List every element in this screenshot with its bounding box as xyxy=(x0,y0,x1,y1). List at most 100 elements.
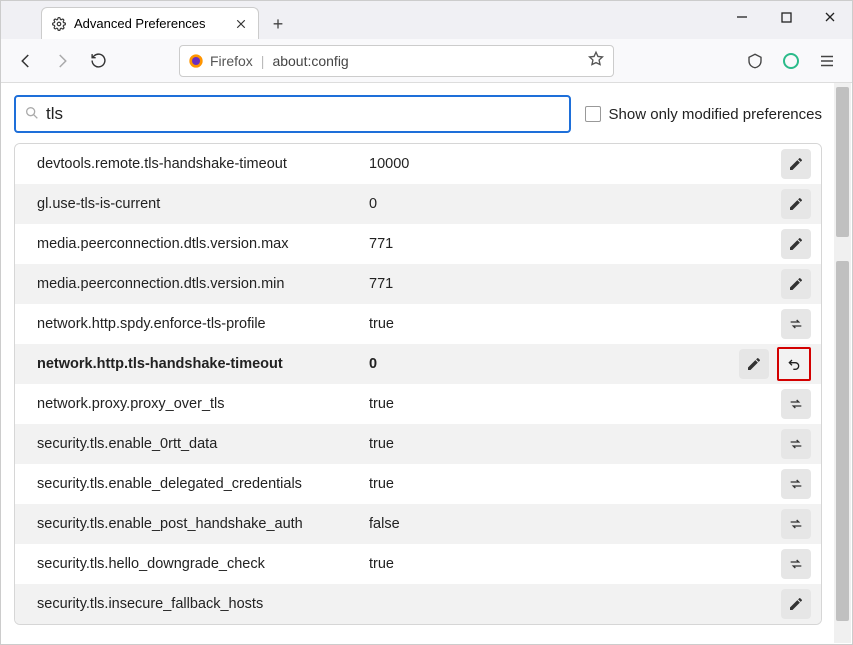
new-tab-button[interactable]: + xyxy=(263,9,293,39)
edit-button[interactable] xyxy=(781,189,811,219)
toggle-button[interactable] xyxy=(781,509,811,539)
pref-row: security.tls.enable_0rtt_datatrue xyxy=(15,424,821,464)
pref-value: true xyxy=(369,476,781,492)
tab-strip: Advanced Preferences + xyxy=(1,1,852,39)
pref-name: security.tls.enable_delegated_credential… xyxy=(37,476,369,492)
pref-value: true xyxy=(369,556,781,572)
pref-name: network.http.spdy.enforce-tls-profile xyxy=(37,316,369,332)
pref-value: true xyxy=(369,396,781,412)
pref-value: true xyxy=(369,436,781,452)
pref-name: gl.use-tls-is-current xyxy=(37,196,369,212)
app-menu-button[interactable] xyxy=(812,46,842,76)
pref-value: 771 xyxy=(369,236,781,252)
tab-close-button[interactable] xyxy=(234,17,248,31)
pref-name: security.tls.insecure_fallback_hosts xyxy=(37,596,369,612)
pref-row: network.proxy.proxy_over_tlstrue xyxy=(15,384,821,424)
show-modified-label: Show only modified preferences xyxy=(609,106,822,123)
pref-row: network.http.spdy.enforce-tls-profiletru… xyxy=(15,304,821,344)
pref-name: media.peerconnection.dtls.version.min xyxy=(37,276,369,292)
pref-name: network.http.tls-handshake-timeout xyxy=(37,356,369,372)
pref-row: security.tls.insecure_fallback_hosts xyxy=(15,584,821,624)
window-close-button[interactable] xyxy=(808,1,852,33)
minimize-button[interactable] xyxy=(720,1,764,33)
pref-name: media.peerconnection.dtls.version.max xyxy=(37,236,369,252)
pref-row: media.peerconnection.dtls.version.max771 xyxy=(15,224,821,264)
pref-name: security.tls.enable_0rtt_data xyxy=(37,436,369,452)
reset-highlight xyxy=(777,347,811,381)
pref-row: security.tls.enable_post_handshake_authf… xyxy=(15,504,821,544)
pref-row: security.tls.hello_downgrade_checktrue xyxy=(15,544,821,584)
pocket-button[interactable] xyxy=(740,46,770,76)
pref-search-input[interactable] xyxy=(46,104,561,124)
search-row: Show only modified preferences xyxy=(2,83,834,143)
edit-button[interactable] xyxy=(781,149,811,179)
content-area: Show only modified preferences devtools.… xyxy=(2,83,851,643)
scroll-pane: Show only modified preferences devtools.… xyxy=(2,83,834,643)
reload-button[interactable] xyxy=(83,46,113,76)
pref-row: gl.use-tls-is-current0 xyxy=(15,184,821,224)
pref-actions xyxy=(781,549,811,579)
pref-value: 0 xyxy=(369,196,781,212)
pref-value: 771 xyxy=(369,276,781,292)
pref-row: devtools.remote.tls-handshake-timeout100… xyxy=(15,144,821,184)
pref-row: security.tls.enable_delegated_credential… xyxy=(15,464,821,504)
reset-button[interactable] xyxy=(779,349,809,379)
edit-button[interactable] xyxy=(781,589,811,619)
prefs-table: devtools.remote.tls-handshake-timeout100… xyxy=(14,143,822,625)
nav-toolbar: Firefox | about:config xyxy=(1,39,852,83)
pref-actions xyxy=(781,589,811,619)
pref-actions xyxy=(781,189,811,219)
tab-title: Advanced Preferences xyxy=(74,16,226,31)
pref-row: media.peerconnection.dtls.version.min771 xyxy=(15,264,821,304)
url-bar[interactable]: Firefox | about:config xyxy=(179,45,614,77)
pref-value: false xyxy=(369,516,781,532)
window-controls xyxy=(720,1,852,33)
toolbar-end xyxy=(740,46,842,76)
pref-actions xyxy=(781,149,811,179)
pref-name: network.proxy.proxy_over_tls xyxy=(37,396,369,412)
identity-label: Firefox xyxy=(210,53,253,69)
edit-button[interactable] xyxy=(739,349,769,379)
toggle-button[interactable] xyxy=(781,429,811,459)
pref-actions xyxy=(781,229,811,259)
pref-search-box[interactable] xyxy=(14,95,571,133)
grammarly-icon xyxy=(783,53,799,69)
pref-actions xyxy=(781,269,811,299)
forward-button[interactable] xyxy=(47,46,77,76)
show-modified-toggle[interactable]: Show only modified preferences xyxy=(585,106,822,123)
gear-icon xyxy=(52,17,66,31)
checkbox-icon xyxy=(585,106,601,122)
urlbar-separator: | xyxy=(261,53,265,69)
pref-actions xyxy=(739,347,811,381)
pref-name: security.tls.enable_post_handshake_auth xyxy=(37,516,369,532)
vertical-scrollbar[interactable] xyxy=(834,83,851,643)
scrollbar-thumb[interactable] xyxy=(836,261,849,621)
pref-value: 0 xyxy=(369,356,739,372)
pref-value: true xyxy=(369,316,781,332)
pref-actions xyxy=(781,429,811,459)
pref-actions xyxy=(781,389,811,419)
toggle-button[interactable] xyxy=(781,549,811,579)
firefox-icon xyxy=(188,53,204,69)
extension-button[interactable] xyxy=(776,46,806,76)
maximize-button[interactable] xyxy=(764,1,808,33)
scrollbar-thumb[interactable] xyxy=(836,87,849,237)
pref-actions xyxy=(781,309,811,339)
bookmark-star-button[interactable] xyxy=(587,50,605,71)
identity-box[interactable]: Firefox xyxy=(188,53,253,69)
pref-name: devtools.remote.tls-handshake-timeout xyxy=(37,156,369,172)
pref-name: security.tls.hello_downgrade_check xyxy=(37,556,369,572)
back-button[interactable] xyxy=(11,46,41,76)
edit-button[interactable] xyxy=(781,269,811,299)
urlbar-address: about:config xyxy=(272,53,348,69)
toggle-button[interactable] xyxy=(781,309,811,339)
pref-value: 10000 xyxy=(369,156,781,172)
edit-button[interactable] xyxy=(781,229,811,259)
toggle-button[interactable] xyxy=(781,469,811,499)
browser-tab[interactable]: Advanced Preferences xyxy=(41,7,259,39)
pref-row: network.http.tls-handshake-timeout0 xyxy=(15,344,821,384)
pref-actions xyxy=(781,469,811,499)
search-icon xyxy=(24,105,40,124)
pref-actions xyxy=(781,509,811,539)
toggle-button[interactable] xyxy=(781,389,811,419)
